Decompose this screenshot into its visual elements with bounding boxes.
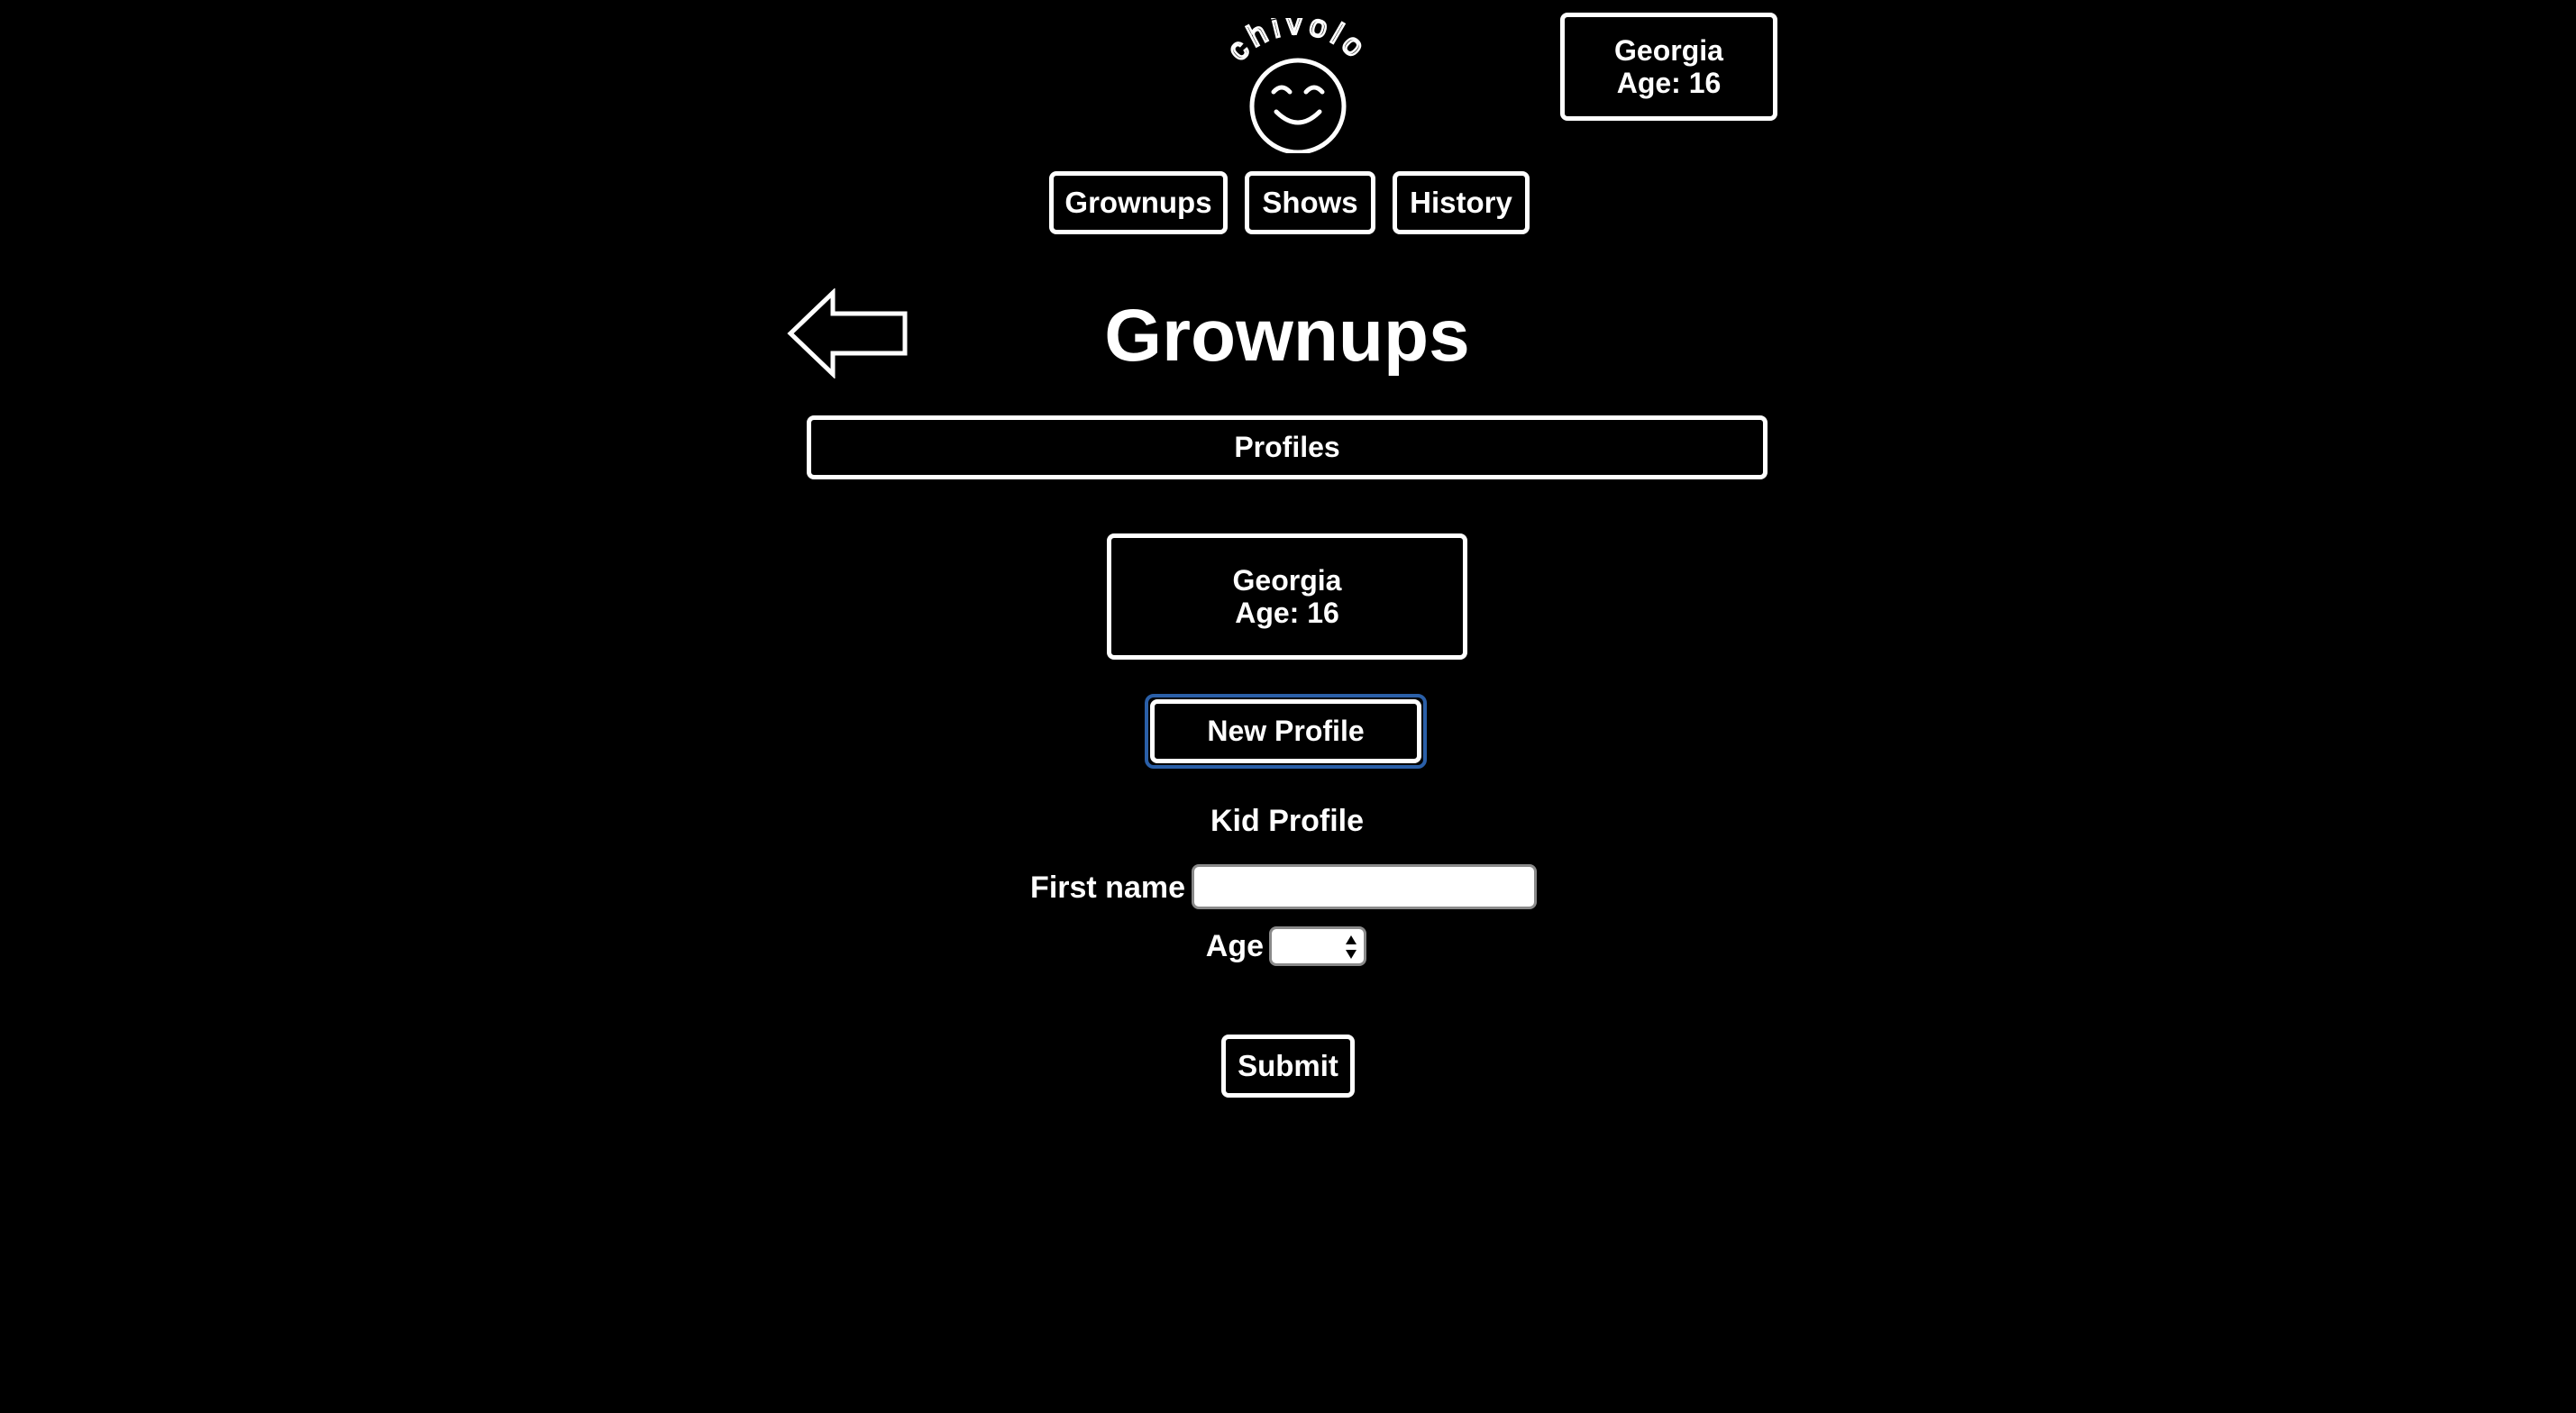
nav-history-button[interactable]: History (1393, 171, 1530, 234)
current-profile-name: Georgia (1614, 34, 1723, 67)
arrow-left-icon (787, 287, 908, 379)
nav-shows-button[interactable]: Shows (1245, 171, 1375, 234)
page-title: Grownups (1104, 295, 1470, 377)
profile-card-age: Age: 16 (1235, 597, 1339, 629)
submit-button[interactable]: Submit (1221, 1035, 1355, 1098)
profile-card[interactable]: Georgia Age: 16 (1107, 533, 1467, 660)
smiley-sun-icon: chivolo (1219, 5, 1371, 155)
new-profile-button[interactable]: New Profile (1150, 699, 1421, 763)
age-select[interactable] (1269, 926, 1366, 966)
current-profile-badge[interactable]: Georgia Age: 16 (1560, 13, 1777, 121)
profiles-section-button[interactable]: Profiles (807, 415, 1768, 479)
age-label: Age (1205, 929, 1264, 963)
form-heading: Kid Profile (1210, 804, 1365, 838)
chivolo-logo[interactable]: chivolo (1208, 5, 1388, 155)
back-button[interactable] (786, 287, 912, 379)
first-name-input[interactable] (1192, 864, 1537, 909)
first-name-label: First name (1030, 871, 1185, 905)
up-down-stepper-icon (1346, 935, 1357, 959)
profile-card-name: Georgia (1232, 564, 1342, 597)
app-page: chivolo Georgia Age: 16 Grownups Shows H… (0, 0, 2576, 1413)
nav-grownups-button[interactable]: Grownups (1049, 171, 1228, 234)
current-profile-age: Age: 16 (1616, 67, 1722, 99)
